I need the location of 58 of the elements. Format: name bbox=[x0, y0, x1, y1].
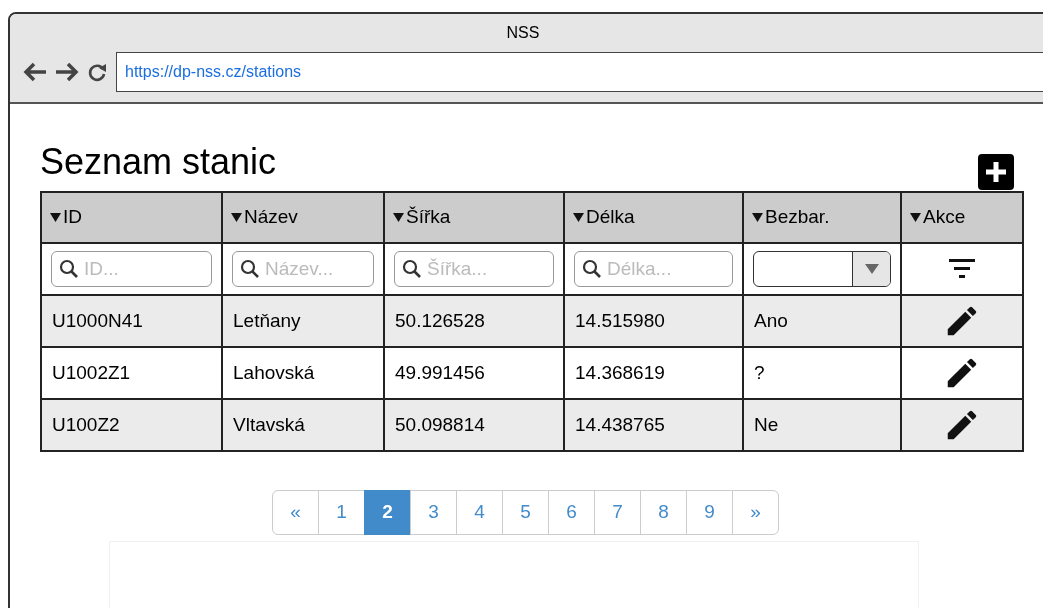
header-label: Šířka bbox=[406, 205, 451, 230]
sort-icon bbox=[50, 213, 61, 222]
add-button[interactable] bbox=[978, 154, 1014, 190]
table-cell: Ano bbox=[754, 309, 788, 331]
table-cell: 14.438765 bbox=[575, 413, 665, 435]
search-field[interactable]: Název... bbox=[232, 251, 374, 287]
table-cell: U1002Z1 bbox=[52, 361, 131, 383]
table-cell: U1000N41 bbox=[52, 309, 143, 331]
table-cell: Letňany bbox=[233, 309, 301, 331]
header-label: Bezbar. bbox=[765, 205, 830, 230]
sort-icon bbox=[910, 213, 921, 222]
filter-icon[interactable] bbox=[949, 259, 975, 279]
page-button[interactable]: 2 bbox=[364, 490, 411, 535]
page-button[interactable]: 7 bbox=[594, 490, 641, 535]
page-button[interactable]: 9 bbox=[686, 490, 733, 535]
page-button[interactable]: « bbox=[272, 490, 319, 535]
column-header[interactable]: ID bbox=[41, 192, 222, 243]
reload-icon[interactable] bbox=[86, 61, 108, 83]
page-heading: Seznam stanic bbox=[40, 144, 277, 180]
page-button[interactable]: 1 bbox=[318, 490, 365, 535]
sort-icon bbox=[752, 213, 763, 222]
search-icon bbox=[582, 259, 602, 279]
table-cell: 50.126528 bbox=[395, 309, 485, 331]
page-button[interactable]: 4 bbox=[456, 490, 503, 535]
table-cell: Vltavská bbox=[233, 413, 305, 435]
back-icon[interactable] bbox=[22, 61, 48, 83]
page-button[interactable]: » bbox=[732, 490, 779, 535]
header-label: Délka bbox=[586, 205, 635, 230]
plus-icon bbox=[986, 162, 1006, 182]
forward-icon[interactable] bbox=[54, 61, 80, 83]
table-cell: 14.368619 bbox=[575, 361, 665, 383]
header-label: Název bbox=[244, 205, 298, 230]
table-cell: 50.098814 bbox=[395, 413, 485, 435]
page-button[interactable]: 5 bbox=[502, 490, 549, 535]
search-icon bbox=[59, 259, 79, 279]
header-label: Akce bbox=[923, 205, 966, 230]
table-cell: 49.991456 bbox=[395, 361, 485, 383]
page-button[interactable]: 3 bbox=[410, 490, 457, 535]
table-cell: 14.515980 bbox=[575, 309, 665, 331]
search-icon bbox=[402, 259, 422, 279]
table-cell: Ne bbox=[754, 413, 779, 435]
window-title: NSS bbox=[506, 23, 540, 43]
search-field[interactable]: Délka... bbox=[574, 251, 733, 287]
table-cell: Lahovská bbox=[233, 361, 315, 383]
table-cell: U100Z2 bbox=[52, 413, 120, 435]
sort-icon bbox=[231, 213, 242, 222]
dropdown-field[interactable] bbox=[753, 251, 891, 287]
search-field[interactable]: Šířka... bbox=[394, 251, 554, 287]
caret-icon bbox=[864, 264, 879, 274]
sort-icon bbox=[393, 213, 404, 222]
search-field[interactable]: ID... bbox=[51, 251, 212, 287]
header-label: ID bbox=[63, 205, 82, 230]
table-cell: ? bbox=[754, 361, 765, 383]
address-field[interactable]: https://dp-nss.cz/stations bbox=[116, 52, 1043, 92]
sort-icon bbox=[573, 213, 584, 222]
search-icon bbox=[240, 259, 260, 279]
page-button[interactable]: 6 bbox=[548, 490, 595, 535]
page-button[interactable]: 8 bbox=[640, 490, 687, 535]
